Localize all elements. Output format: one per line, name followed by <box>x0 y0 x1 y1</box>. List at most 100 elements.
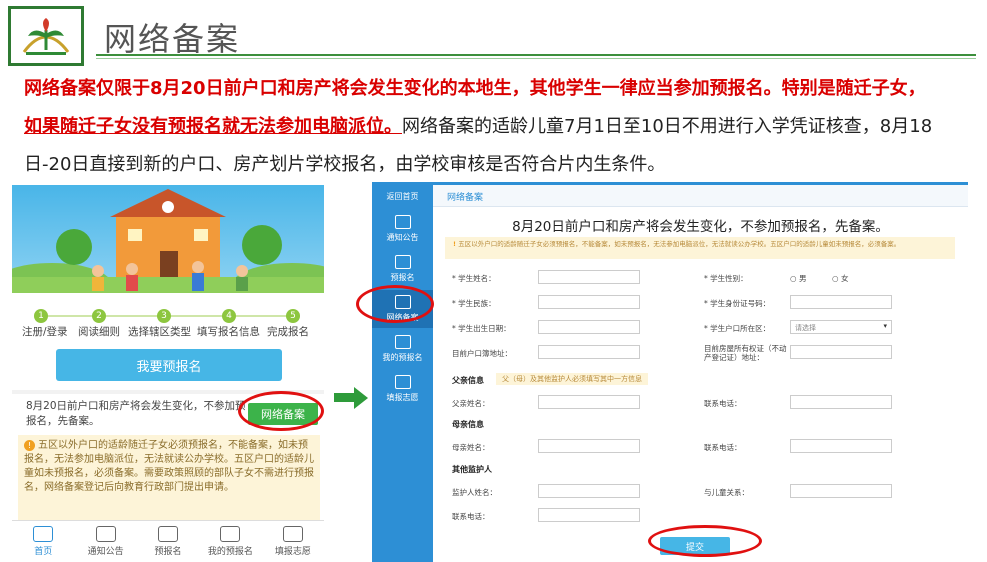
step-5-dot: 5 <box>286 309 300 323</box>
guardian-relation-input[interactable] <box>790 484 892 498</box>
breadcrumb[interactable]: 网络备案 <box>433 185 968 207</box>
net-filing-description: 8月20日前户口和房产将会发生变化，不参加预报名，先备案。 <box>26 400 246 427</box>
house-address-input[interactable] <box>790 345 892 359</box>
form-notice: ! 五区以外户口的适龄随迁子女必须预报名，不能备案，如未预报名，无法参加电脑派位… <box>445 237 955 259</box>
sidebar-item-pre-register[interactable]: 预报名 <box>372 255 433 283</box>
notice-text: 五区以外户口的适龄随迁子女必须预报名，不能备案，如未预报名，无法参加电脑派位，无… <box>24 440 314 493</box>
label-father-name: 父亲姓名： <box>452 399 490 408</box>
mother-section-title: 母亲信息 <box>452 420 484 429</box>
pre-register-button[interactable]: 我要预报名 <box>56 349 282 381</box>
hukou-area-select[interactable]: 请选择 ▾ <box>790 320 892 334</box>
logo <box>8 6 84 66</box>
sidebar-item-label: 填报志愿 <box>386 393 419 402</box>
description-paragraph: 网络备案仅限于8月20日前户口和房产将会发生变化的本地生，其他学生一律应当参加预… <box>24 70 974 184</box>
sidebar-item-label: 返回首页 <box>386 192 419 201</box>
tab-label: 通知公告 <box>87 547 124 557</box>
label-house-address: 目前房屋所有权证（不动产登记证）地址： <box>704 344 787 362</box>
step-3-dot: 3 <box>157 309 171 323</box>
warning-icon: ! <box>24 440 35 451</box>
guardian-phone-input[interactable] <box>538 508 640 522</box>
mobile-screenshot: 1 2 3 4 5 注册/登录 阅读细则 选择辖区类型 填写报名信息 完成报名 … <box>12 185 324 559</box>
hukou-address-input[interactable] <box>538 345 640 359</box>
student-idcard-input[interactable] <box>790 295 892 309</box>
step-4-dot: 4 <box>222 309 236 323</box>
school-banner-illustration <box>12 185 324 307</box>
father-section-title: 父亲信息 <box>452 376 484 385</box>
student-name-input[interactable] <box>538 270 640 284</box>
label-student-idcard: * 学生身份证号码： <box>704 299 771 308</box>
label-mother-phone: 联系电话： <box>704 443 742 452</box>
tab-label: 填报志愿 <box>274 547 311 557</box>
label-mother-name: 母亲姓名： <box>452 443 490 452</box>
label-guardian-phone: 联系电话： <box>452 512 490 521</box>
step-3-label: 选择辖区类型 <box>128 326 191 338</box>
notice-box: ! 五区以外户口的适龄随迁子女必须预报名，不能备案，如未预报名，无法参加电脑派位，… <box>18 435 320 523</box>
sidebar-item-preferences[interactable]: 填报志愿 <box>372 375 433 403</box>
tab-label: 首页 <box>34 547 53 557</box>
step-4-label: 填写报名信息 <box>197 326 260 338</box>
user-icon <box>158 526 179 542</box>
label-guardian-relation: 与儿童关系： <box>704 488 749 497</box>
label-guardian-name: 监护人姓名： <box>452 488 497 497</box>
father-phone-input[interactable] <box>790 395 892 409</box>
mother-phone-input[interactable] <box>790 439 892 453</box>
arrow-right-icon <box>334 393 356 402</box>
father-name-input[interactable] <box>538 395 640 409</box>
highlight-oval-sidebar <box>356 285 434 323</box>
sidebar-item-label: 预报名 <box>390 273 415 282</box>
sidebar-item-label: 我的预报名 <box>382 353 423 362</box>
label-student-birth: * 学生出生日期： <box>452 324 511 333</box>
sidebar-item-label: 通知公告 <box>386 233 419 242</box>
highlight-oval-net-button <box>238 391 324 431</box>
gender-male-radio[interactable]: ○ 男 <box>790 273 806 284</box>
label-father-phone: 联系电话： <box>704 399 742 408</box>
select-placeholder: 请选择 <box>795 324 816 332</box>
notice-icon <box>394 215 411 229</box>
guardian-name-input[interactable] <box>538 484 640 498</box>
tab-label: 预报名 <box>154 547 182 557</box>
step-2-label: 阅读细则 <box>78 326 120 338</box>
list-icon <box>394 375 411 389</box>
step-2-dot: 2 <box>92 309 106 323</box>
highlight-oval-submit <box>648 525 762 557</box>
student-nation-input[interactable] <box>538 295 640 309</box>
father-section-note: 父（母）及其他监护人必须填写其中一方信息 <box>496 373 648 385</box>
radio-label: 男 <box>798 274 807 283</box>
profile-icon <box>282 526 303 542</box>
tab-home[interactable]: 首页 <box>12 521 74 559</box>
form-title: 8月20日前户口和房产将会发生变化，不参加预报名，先备案。 <box>512 219 889 235</box>
chevron-down-icon: ▾ <box>883 322 887 330</box>
user-icon <box>394 255 411 269</box>
mother-name-input[interactable] <box>538 439 640 453</box>
guardian-section-title: 其他监护人 <box>452 465 492 474</box>
title-divider <box>96 54 976 56</box>
sidebar-item-back-home[interactable]: 返回首页 <box>372 191 433 202</box>
radio-label: 女 <box>840 274 849 283</box>
label-student-name: * 学生姓名： <box>452 274 496 283</box>
highlight-text-1: 网络备案仅限于8月20日前户口和房产将会发生变化的本地生，其他学生一律应当参加预… <box>24 78 926 99</box>
tab-notices[interactable]: 通知公告 <box>74 521 136 559</box>
step-1-label: 注册/登录 <box>22 326 68 338</box>
sidebar-item-notices[interactable]: 通知公告 <box>372 215 433 243</box>
label-student-nation: * 学生民族： <box>452 299 496 308</box>
tab-preferences[interactable]: 填报志愿 <box>262 521 324 559</box>
step-5-label: 完成报名 <box>267 326 309 338</box>
label-student-gender: * 学生性别： <box>704 274 748 283</box>
label-hukou-area: * 学生户口所在区： <box>704 324 771 333</box>
notice-icon <box>95 526 116 542</box>
web-form-screenshot: 返回首页 通知公告 预报名 网络备案 我的预报名 填报志愿 网络备案 8月20日… <box>372 182 968 562</box>
tab-my-registration[interactable]: 我的预报名 <box>199 521 261 559</box>
form-icon <box>220 526 241 542</box>
tab-pre-register[interactable]: 预报名 <box>137 521 199 559</box>
form-notice-text: 五区以外户口的适龄随迁子女必须预报名，不能备案，如未预报名，无法参加电脑派位，无… <box>458 240 901 248</box>
arrow-head-icon <box>354 387 368 409</box>
student-birth-input[interactable] <box>538 320 640 334</box>
form-icon <box>394 335 411 349</box>
step-1-dot: 1 <box>34 309 48 323</box>
sidebar-item-my-registration[interactable]: 我的预报名 <box>372 335 433 363</box>
highlight-text-2: 如果随迁子女没有预报名就无法参加电脑派位。 <box>24 116 402 137</box>
title-divider-thin <box>96 58 976 59</box>
label-hukou-address: 目前户口簿地址： <box>452 349 512 358</box>
gender-female-radio[interactable]: ○ 女 <box>832 273 848 284</box>
tab-label: 我的预报名 <box>207 547 253 557</box>
